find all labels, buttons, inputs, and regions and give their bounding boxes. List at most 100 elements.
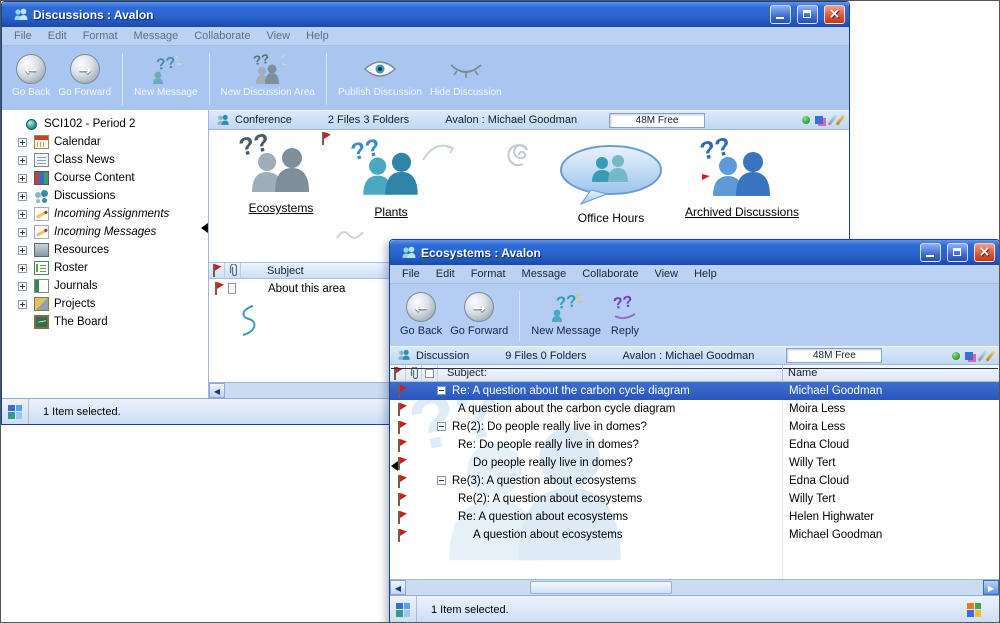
message-row[interactable]: Re(2): A question about ecosystems Willy… (390, 490, 999, 508)
close-button[interactable] (974, 243, 995, 262)
menu-collaborate[interactable]: Collaborate (186, 28, 258, 44)
menu-view[interactable]: View (258, 28, 298, 44)
tree-item-journals[interactable]: Journals (2, 277, 208, 295)
online-dot-icon[interactable] (952, 352, 960, 360)
message-subject[interactable]: Re(2): Do people really live in domes? (452, 421, 647, 433)
message-row[interactable]: Re(3): A question about ecosystems Edna … (390, 472, 999, 490)
tree-item-course-content[interactable]: Course Content (2, 169, 208, 187)
hide-discussion-button[interactable]: Hide Discussion (426, 49, 506, 109)
desktop-icon-label[interactable]: Plants (374, 205, 407, 219)
tree-item-incoming-messages[interactable]: Incoming Messages (2, 223, 208, 241)
message-subject[interactable]: Do people really live in domes? (473, 457, 633, 469)
expand-icon[interactable] (18, 228, 27, 237)
menu-view[interactable]: View (646, 266, 686, 282)
message-subject[interactable]: Re(2): A question about ecosystems (458, 493, 642, 505)
expand-icon[interactable] (18, 174, 27, 183)
message-row[interactable]: A question about the carbon cycle diagra… (390, 400, 999, 418)
expand-icon[interactable] (18, 210, 27, 219)
status-icon-box[interactable] (390, 596, 417, 623)
tree-item-calendar[interactable]: Calendar (2, 133, 208, 151)
desktop-icon-label[interactable]: Ecosystems (249, 201, 314, 215)
message-author[interactable]: Willy Tert (789, 493, 835, 505)
new-message-button[interactable]: ?? New Message (130, 49, 201, 109)
message-author[interactable]: Michael Goodman (789, 529, 882, 541)
menu-edit[interactable]: Edit (428, 266, 463, 282)
message-author[interactable]: Moira Less (789, 421, 845, 433)
message-subject[interactable]: A question about ecosystems (473, 529, 623, 541)
message-author[interactable]: Moira Less (789, 403, 845, 415)
scrollbar-thumb[interactable] (530, 581, 672, 594)
message-table-header[interactable]: Subject: Name (390, 365, 999, 382)
expand-icon[interactable] (18, 264, 27, 273)
pages-icon[interactable] (815, 116, 823, 124)
minimize-button[interactable] (920, 243, 941, 262)
online-dot-icon[interactable] (802, 116, 810, 124)
go-forward-button[interactable]: Go Forward (446, 287, 512, 345)
message-subject[interactable]: Re: A question about the carbon cycle di… (452, 385, 690, 397)
message-subject[interactable]: Re: A question about ecosystems (458, 511, 628, 523)
desktop-icon-label[interactable]: Office Hours (578, 211, 644, 225)
new-message-button[interactable]: ?? New Message (527, 287, 605, 345)
message-row[interactable]: Re(2): Do people really live in domes? M… (390, 418, 999, 436)
flag-column-header[interactable] (209, 263, 225, 278)
tree-item-resources[interactable]: Resources (2, 241, 208, 259)
tree-item-incoming-assignments[interactable]: Incoming Assignments (2, 205, 208, 223)
message-author[interactable]: Helen Highwater (789, 511, 874, 523)
menu-help[interactable]: Help (686, 266, 725, 282)
layout-grid-icon[interactable] (967, 603, 981, 617)
tree-item-the-board[interactable]: The Board (2, 313, 208, 331)
menu-file[interactable]: File (394, 266, 428, 282)
message-row[interactable]: Re: Do people really live in domes? Edna… (390, 436, 999, 454)
scroll-left-button[interactable] (209, 383, 225, 398)
column-divider[interactable] (782, 365, 783, 381)
message-subject[interactable]: Re: Do people really live in domes? (458, 439, 639, 451)
expand-icon[interactable] (18, 246, 27, 255)
message-row[interactable]: Re: A question about ecosystems Helen Hi… (390, 508, 999, 526)
expand-icon[interactable] (18, 282, 27, 291)
expand-icon[interactable] (18, 300, 27, 309)
message-subject[interactable]: Re(3): A question about ecosystems (452, 475, 636, 487)
scroll-left-button[interactable] (390, 580, 406, 595)
message-author[interactable]: Edna Cloud (789, 475, 849, 487)
menu-format[interactable]: Format (463, 266, 514, 282)
tree-root-item[interactable]: SCI102 - Period 2 (2, 115, 208, 133)
maximize-button[interactable] (947, 243, 968, 262)
scroll-right-button[interactable] (983, 580, 999, 595)
collapse-thread-icon[interactable] (437, 386, 446, 395)
message-row[interactable]: A question about ecosystems Michael Good… (390, 526, 999, 544)
reply-button[interactable]: ?? Reply (605, 287, 645, 345)
list-item-label[interactable]: About this area (268, 283, 345, 295)
message-author[interactable]: Michael Goodman (789, 385, 882, 397)
message-author[interactable]: Willy Tert (789, 457, 835, 469)
subject-column-header[interactable]: Subject (267, 265, 304, 277)
menu-edit[interactable]: Edit (40, 28, 75, 44)
collapse-thread-icon[interactable] (437, 476, 446, 485)
ecosystems-titlebar[interactable]: Ecosystems : Avalon (390, 240, 999, 265)
thread-column-header[interactable] (422, 365, 438, 381)
menu-file[interactable]: File (6, 28, 40, 44)
menu-collaborate[interactable]: Collaborate (574, 266, 646, 282)
close-button[interactable] (824, 5, 845, 24)
maximize-button[interactable] (797, 5, 818, 24)
message-row[interactable]: Re: A question about the carbon cycle di… (390, 382, 999, 400)
edge-collapse-arrow[interactable] (391, 461, 398, 471)
tree-item-discussions[interactable]: Discussions (2, 187, 208, 205)
new-discussion-area-button[interactable]: ?? New Discussion Area (217, 49, 319, 109)
menu-message[interactable]: Message (514, 266, 575, 282)
go-back-button[interactable]: Go Back (396, 287, 446, 345)
desktop-icon-archived-discussions[interactable]: ?? Archived Discussions (665, 138, 819, 219)
collapse-thread-icon[interactable] (437, 422, 446, 431)
name-column-header[interactable]: Name (788, 367, 817, 379)
panel-collapse-arrow[interactable] (201, 223, 208, 233)
expand-icon[interactable] (18, 192, 27, 201)
tree-item-roster[interactable]: Roster (2, 259, 208, 277)
menu-message[interactable]: Message (126, 28, 187, 44)
message-author[interactable]: Edna Cloud (789, 439, 849, 451)
menu-help[interactable]: Help (298, 28, 337, 44)
expand-icon[interactable] (18, 138, 27, 147)
go-forward-button[interactable]: Go Forward (54, 49, 115, 109)
status-icon-box[interactable] (2, 399, 29, 424)
desktop-icon-ecosystems[interactable]: ?? Ecosystems (223, 134, 339, 215)
discussions-titlebar[interactable]: Discussions : Avalon (2, 2, 849, 27)
publish-discussion-button[interactable]: Publish Discussion (334, 49, 426, 109)
